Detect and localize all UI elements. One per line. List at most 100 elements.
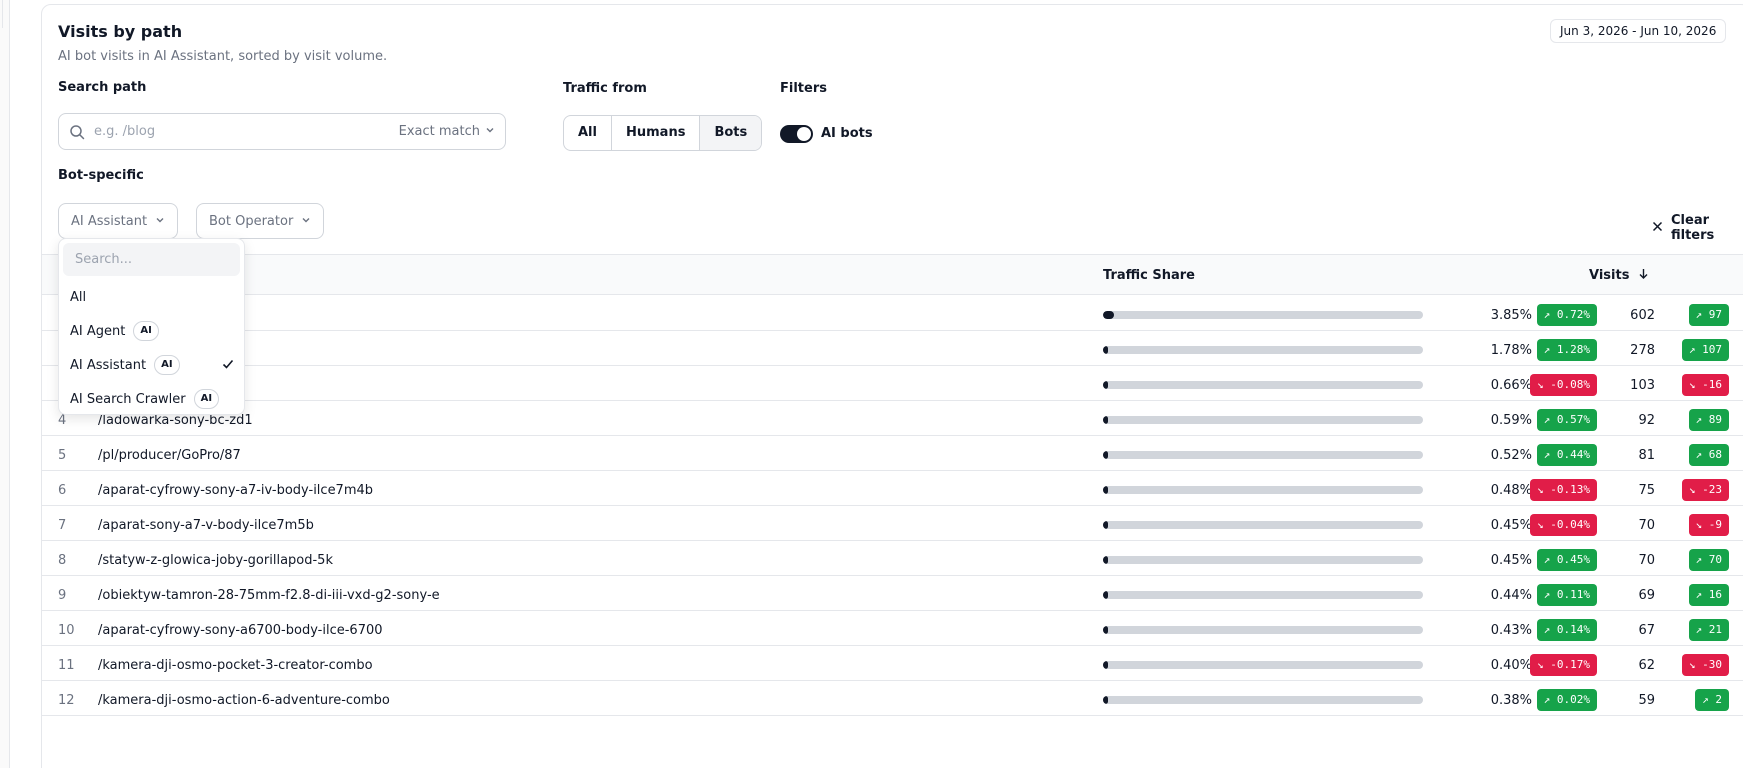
visits-value: 59 bbox=[1638, 693, 1655, 708]
clear-filters-button[interactable]: Clear filters bbox=[1652, 213, 1743, 243]
visits-value: 81 bbox=[1638, 448, 1655, 463]
table-row[interactable]: 6/aparat-cyfrowy-sony-a7-iv-body-ilce7m4… bbox=[42, 471, 1743, 506]
row-rank: 6 bbox=[58, 483, 67, 498]
dropdown-option[interactable]: AI Agent AI bbox=[59, 314, 244, 348]
traffic-option-humans[interactable]: Humans bbox=[612, 116, 701, 150]
table-row[interactable]: 5/pl/producer/GoPro/87 0.52% ↗ 0.44% 81 ↗ 68 bbox=[42, 436, 1743, 471]
dropdown-options: All AI Agent AI AI Assistant AI AI Search Cra… bbox=[59, 280, 244, 416]
table-row[interactable]: 4/ladowarka-sony-bc-zd1 0.59% ↗ 0.57% 92 ↗ 8… bbox=[42, 401, 1743, 436]
traffic-share-fill bbox=[1103, 556, 1108, 564]
trend-up-icon: ↗ bbox=[1695, 553, 1703, 566]
chevron-down-icon bbox=[301, 214, 311, 229]
traffic-from-label: Traffic from bbox=[563, 81, 647, 96]
row-path: /statyw-z-glowica-joby-gorillapod-5k bbox=[98, 553, 333, 568]
traffic-share-fill bbox=[1103, 486, 1108, 494]
traffic-share-fill bbox=[1103, 381, 1108, 389]
dropdown-search-field[interactable] bbox=[63, 243, 240, 276]
row-path: /aparat-sony-a7-v-body-ilce7m5b bbox=[98, 518, 314, 533]
share-delta-value: 0.44% bbox=[1556, 448, 1590, 461]
ai-tag-badge: AI bbox=[133, 321, 159, 341]
share-delta-value: 0.45% bbox=[1556, 553, 1590, 566]
visits-value: 70 bbox=[1638, 518, 1655, 533]
visits-value: 103 bbox=[1630, 378, 1655, 393]
toggle-knob bbox=[797, 127, 811, 141]
match-mode-select[interactable]: Exact match bbox=[399, 124, 495, 139]
search-path-field[interactable]: Exact match bbox=[58, 113, 506, 150]
close-icon bbox=[1652, 221, 1663, 236]
table-row[interactable]: 9/obiektyw-tamron-28-75mm-f2.8-di-iii-vx… bbox=[42, 576, 1743, 611]
search-icon bbox=[69, 124, 85, 140]
traffic-share-bar bbox=[1103, 346, 1423, 354]
visits-delta-badge: ↗ 16 bbox=[1688, 584, 1729, 606]
traffic-share-value: 0.66% bbox=[1490, 378, 1532, 393]
table-row[interactable]: 11/kamera-dji-osmo-pocket-3-creator-comb… bbox=[42, 646, 1743, 681]
bot-operator-dropdown[interactable]: Bot Operator bbox=[196, 203, 325, 239]
dropdown-option-label: All bbox=[70, 289, 87, 305]
search-path-input[interactable] bbox=[94, 124, 399, 139]
check-icon bbox=[222, 358, 234, 374]
table-row[interactable]: 7/aparat-sony-a7-v-body-ilce7m5b 0.45% ↘ -… bbox=[42, 506, 1743, 541]
table-row[interactable]: 8/statyw-z-glowica-joby-gorillapod-5k 0.4… bbox=[42, 541, 1743, 576]
share-delta-badge: ↘ -0.17% bbox=[1530, 654, 1597, 676]
table-row[interactable]: 3.85% ↗ 0.72% 602 ↗ 97 bbox=[42, 296, 1743, 331]
table-header: Traffic Share Visits bbox=[42, 254, 1743, 295]
dropdown-option-label: AI Agent bbox=[70, 323, 126, 339]
chevron-down-icon bbox=[155, 214, 165, 229]
trend-up-icon: ↗ bbox=[1543, 553, 1551, 566]
traffic-share-fill bbox=[1103, 591, 1108, 599]
arrow-down-icon bbox=[1638, 268, 1649, 283]
share-delta-value: 0.72% bbox=[1556, 308, 1590, 321]
ai-assistant-dropdown[interactable]: AI Assistant bbox=[58, 203, 179, 239]
row-rank: 7 bbox=[58, 518, 67, 533]
dropdown-option[interactable]: All bbox=[59, 280, 244, 314]
visits-delta-value: 70 bbox=[1708, 553, 1722, 566]
traffic-share-fill bbox=[1103, 346, 1109, 354]
share-delta-badge: ↗ 0.02% bbox=[1536, 689, 1597, 711]
col-visits-label: Visits bbox=[1589, 268, 1630, 283]
table-row[interactable]: n1.78%↗ 1.28%278↗ 107 bbox=[42, 331, 1743, 366]
trend-down-icon: ↘ bbox=[1537, 658, 1544, 671]
trend-up-icon: ↗ bbox=[1543, 448, 1551, 461]
ai-tag-badge: AI bbox=[154, 355, 180, 375]
share-delta-badge: ↘ -0.04% bbox=[1530, 514, 1597, 536]
col-traffic-share[interactable]: Traffic Share bbox=[1103, 268, 1195, 283]
traffic-share-bar bbox=[1103, 591, 1423, 599]
visits-delta-badge: ↘ -23 bbox=[1681, 479, 1729, 501]
dropdown-option[interactable]: AI Assistant AI bbox=[59, 348, 244, 382]
share-delta-value: 0.02% bbox=[1556, 693, 1590, 706]
date-range-chip[interactable]: Jun 3, 2026 - Jun 10, 2026 bbox=[1550, 19, 1727, 43]
visits-delta-badge: ↗ 2 bbox=[1695, 689, 1729, 711]
traffic-option-all[interactable]: All bbox=[564, 116, 612, 150]
traffic-share-value: 0.44% bbox=[1490, 588, 1532, 603]
traffic-share-bar bbox=[1103, 416, 1423, 424]
visits-delta-value: -16 bbox=[1702, 378, 1722, 391]
visits-delta-badge: ↗ 70 bbox=[1688, 549, 1729, 571]
traffic-share-bar bbox=[1103, 696, 1423, 704]
trend-down-icon: ↘ bbox=[1688, 658, 1696, 671]
dropdown-option[interactable]: AI Search Crawler AI bbox=[59, 382, 244, 416]
traffic-share-value: 3.85% bbox=[1490, 308, 1532, 323]
visits-delta-badge: ↗ 97 bbox=[1688, 304, 1729, 326]
table-row[interactable]: start-w-2026-roku0.66%↘ -0.08%103↘ -16 bbox=[42, 366, 1743, 401]
traffic-share-bar bbox=[1103, 486, 1423, 494]
row-rank: 8 bbox=[58, 553, 67, 568]
col-visits[interactable]: Visits bbox=[1589, 268, 1649, 283]
clear-filters-label: Clear filters bbox=[1671, 213, 1715, 243]
traffic-share-value: 0.40% bbox=[1490, 658, 1532, 673]
trend-down-icon: ↘ bbox=[1688, 378, 1696, 391]
table-row[interactable]: 10/aparat-cyfrowy-sony-a6700-body-ilce-6… bbox=[42, 611, 1743, 646]
dropdown-search-input[interactable] bbox=[75, 252, 228, 267]
visits-value: 67 bbox=[1638, 623, 1655, 638]
visits-value: 69 bbox=[1638, 588, 1655, 603]
trend-up-icon: ↗ bbox=[1543, 413, 1551, 426]
trend-up-icon: ↗ bbox=[1695, 623, 1703, 636]
traffic-option-bots[interactable]: Bots bbox=[700, 116, 762, 150]
ai-bots-toggle[interactable] bbox=[780, 125, 813, 143]
chevron-down-icon bbox=[485, 124, 495, 139]
row-path: /kamera-dji-osmo-action-6-adventure-comb… bbox=[98, 693, 390, 708]
traffic-share-fill bbox=[1103, 661, 1108, 669]
table-row[interactable]: 12/kamera-dji-osmo-action-6-adventure-co… bbox=[42, 681, 1743, 716]
row-path: /aparat-cyfrowy-sony-a6700-body-ilce-670… bbox=[98, 623, 383, 638]
traffic-share-fill bbox=[1103, 416, 1108, 424]
trend-up-icon: ↗ bbox=[1695, 448, 1703, 461]
